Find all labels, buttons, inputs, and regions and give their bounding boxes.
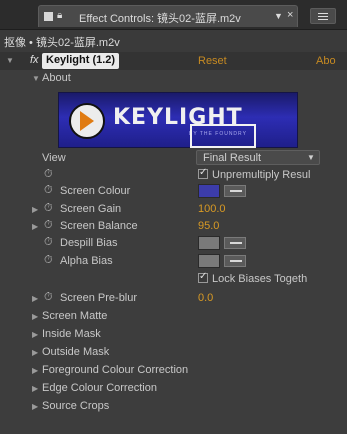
group-label: Inside Mask bbox=[42, 328, 101, 340]
keylight-effect-header: ▼ fx Keylight (1.2) Reset Abo bbox=[0, 52, 347, 70]
unpremultiply-checkbox[interactable] bbox=[198, 167, 208, 179]
effect-controls-tab[interactable]: 🔒︎ Effect Controls: 镜头02-蓝屏.m2v ▼ × bbox=[38, 5, 298, 27]
about-link[interactable]: Abo bbox=[316, 55, 336, 67]
stopwatch-icon[interactable]: ⏱ bbox=[44, 254, 53, 267]
group-label: Source Crops bbox=[42, 400, 110, 412]
tab-title: Effect Controls: 镜头02-蓝屏.m2v bbox=[79, 13, 241, 25]
about-label: About bbox=[42, 72, 71, 84]
stopwatch-icon[interactable]: ⏱ bbox=[44, 202, 53, 215]
stopwatch-icon[interactable]: ⏱ bbox=[44, 291, 53, 304]
eyedropper-icon[interactable] bbox=[224, 237, 246, 249]
about-section[interactable]: ▼ About bbox=[0, 70, 347, 88]
effect-name[interactable]: Keylight (1.2) bbox=[42, 53, 120, 69]
chevron-down-icon: ▼ bbox=[307, 153, 315, 162]
expand-triangle-icon[interactable]: ▶ bbox=[32, 294, 38, 303]
expand-triangle-icon[interactable]: ▼ bbox=[6, 56, 14, 65]
close-icon[interactable]: × bbox=[287, 9, 293, 21]
screen-gain-row: ▶ ⏱ Screen Gain 100.0 bbox=[0, 201, 347, 219]
screen-balance-value[interactable]: 95.0 bbox=[198, 220, 219, 232]
group-label: Edge Colour Correction bbox=[42, 382, 157, 394]
lock-biases-label: Lock Biases Togeth bbox=[212, 273, 308, 285]
panel-menu-icon[interactable] bbox=[310, 8, 336, 24]
view-row: View Final Result ▼ bbox=[0, 150, 347, 168]
despill-bias-swatch[interactable] bbox=[198, 236, 220, 250]
screen-colour-highlight bbox=[190, 124, 256, 148]
alpha-bias-row: ⏱ Alpha Bias bbox=[0, 253, 347, 271]
stopwatch-icon[interactable]: ⏱ bbox=[44, 219, 53, 232]
unpremultiply-label: Unpremultiply Resul bbox=[212, 169, 311, 181]
screen-preblur-label: Screen Pre-blur bbox=[60, 292, 138, 304]
group-outside-mask[interactable]: ▶ Outside Mask bbox=[0, 344, 347, 362]
expand-triangle-icon[interactable]: ▶ bbox=[32, 222, 38, 231]
keylight-logo: KEYLIGHT BY THE FOUNDRY bbox=[58, 92, 298, 148]
lock-biases-row: Lock Biases Togeth bbox=[0, 271, 347, 289]
group-label: Foreground Colour Correction bbox=[42, 364, 189, 376]
expand-triangle-icon[interactable]: ▶ bbox=[32, 384, 38, 393]
view-value: Final Result bbox=[203, 152, 262, 164]
fx-icon[interactable]: fx bbox=[30, 54, 39, 66]
stopwatch-icon[interactable]: ⏱ bbox=[44, 168, 53, 181]
reset-link[interactable]: Reset bbox=[198, 55, 227, 67]
screen-gain-label: Screen Gain bbox=[60, 203, 122, 215]
alpha-bias-swatch[interactable] bbox=[198, 254, 220, 268]
despill-bias-row: ⏱ Despill Bias bbox=[0, 235, 347, 253]
screen-gain-value[interactable]: 100.0 bbox=[198, 203, 226, 215]
group-foreground-colour-correction[interactable]: ▶ Foreground Colour Correction bbox=[0, 362, 347, 380]
stopwatch-icon[interactable]: ⏱ bbox=[44, 236, 53, 249]
group-source-crops[interactable]: ▶ Source Crops bbox=[0, 398, 347, 416]
screen-balance-label: Screen Balance bbox=[60, 220, 138, 232]
panel-square-icon bbox=[44, 12, 53, 21]
lock-biases-checkbox[interactable] bbox=[198, 271, 208, 283]
expand-triangle-icon[interactable]: ▶ bbox=[32, 312, 38, 321]
group-screen-matte[interactable]: ▶ Screen Matte bbox=[0, 308, 347, 326]
chevron-down-icon[interactable]: ▼ bbox=[274, 11, 283, 21]
expand-triangle-icon[interactable]: ▶ bbox=[32, 348, 38, 357]
screen-colour-label: Screen Colour bbox=[60, 185, 131, 197]
group-label: Outside Mask bbox=[42, 346, 110, 358]
expand-triangle-icon[interactable]: ▶ bbox=[32, 205, 38, 214]
view-dropdown[interactable]: Final Result ▼ bbox=[196, 150, 320, 165]
expand-triangle-icon[interactable]: ▼ bbox=[32, 74, 40, 83]
keylight-logo-icon bbox=[69, 103, 105, 139]
group-label: Screen Matte bbox=[42, 310, 108, 322]
panel-tab-bar: 🔒︎ Effect Controls: 镜头02-蓝屏.m2v ▼ × bbox=[0, 0, 347, 30]
layer-source-line: 抠像 • 镜头02-蓝屏.m2v bbox=[4, 37, 120, 49]
screen-preblur-value[interactable]: 0.0 bbox=[198, 292, 213, 304]
screen-colour-swatch[interactable] bbox=[198, 184, 220, 198]
effect-controls-content: ▼ fx Keylight (1.2) Reset Abo ▼ About KE… bbox=[0, 52, 347, 434]
expand-triangle-icon[interactable]: ▶ bbox=[32, 402, 38, 411]
despill-bias-label: Despill Bias bbox=[60, 237, 118, 249]
view-label: View bbox=[42, 152, 66, 164]
screen-balance-row: ▶ ⏱ Screen Balance 95.0 bbox=[0, 218, 347, 236]
expand-triangle-icon[interactable]: ▶ bbox=[32, 366, 38, 375]
eyedropper-icon[interactable] bbox=[224, 255, 246, 267]
group-inside-mask[interactable]: ▶ Inside Mask bbox=[0, 326, 347, 344]
screen-colour-row: ⏱ Screen Colour bbox=[0, 183, 347, 201]
alpha-bias-label: Alpha Bias bbox=[60, 255, 113, 267]
eyedropper-icon[interactable] bbox=[224, 185, 246, 197]
screen-preblur-row: ▶ ⏱ Screen Pre-blur 0.0 bbox=[0, 290, 347, 308]
group-edge-colour-correction[interactable]: ▶ Edge Colour Correction bbox=[0, 380, 347, 398]
expand-triangle-icon[interactable]: ▶ bbox=[32, 330, 38, 339]
stopwatch-icon[interactable]: ⏱ bbox=[44, 184, 53, 197]
lock-icon[interactable]: 🔒︎ bbox=[57, 10, 67, 22]
